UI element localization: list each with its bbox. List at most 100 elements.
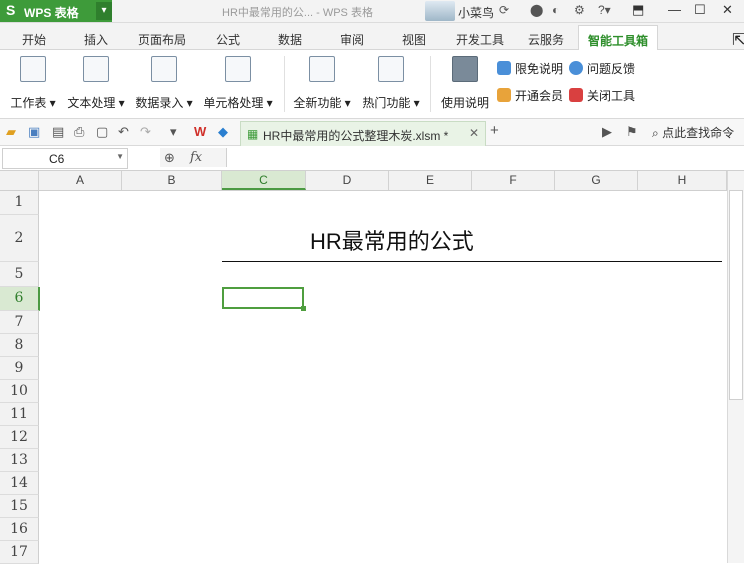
- text-edit-icon: [83, 56, 109, 82]
- help-icon[interactable]: ?▾: [598, 3, 611, 17]
- document-tab[interactable]: ▦ HR中最常用的公式整理木炭.xlsm * ✕: [240, 121, 486, 146]
- print-icon[interactable]: ⎙: [74, 124, 84, 140]
- close-tool-button[interactable]: 关闭工具: [569, 87, 635, 104]
- hot-features-label: 热门功能: [362, 96, 411, 110]
- wps-w-icon[interactable]: W: [194, 124, 206, 139]
- text-processing-label: 文本处理: [67, 96, 116, 110]
- undo-icon[interactable]: ↶: [118, 124, 129, 140]
- row-header[interactable]: 10: [0, 380, 39, 403]
- crown-icon: [497, 88, 511, 102]
- settings-icon[interactable]: ⚙: [574, 3, 585, 17]
- tab-review[interactable]: 审阅: [340, 31, 364, 48]
- tab-view[interactable]: 视图: [402, 31, 426, 48]
- collab-icon[interactable]: ⚑: [626, 124, 638, 140]
- text-processing-button[interactable]: 文本处理 ▾: [66, 56, 126, 111]
- worksheet-button[interactable]: 工作表 ▾: [8, 56, 58, 111]
- tab-formulas[interactable]: 公式: [216, 31, 240, 48]
- row-header[interactable]: 15: [0, 495, 39, 518]
- new-tab-icon[interactable]: +: [490, 122, 499, 139]
- mouse-cursor-icon: ⇱: [732, 32, 744, 49]
- close-button[interactable]: ✕: [722, 2, 733, 18]
- save-icon[interactable]: ▣: [28, 124, 40, 140]
- sync-icon[interactable]: ⟳: [499, 3, 509, 17]
- open-folder-icon[interactable]: ▰: [6, 124, 16, 140]
- export-pdf-icon[interactable]: ▤: [52, 124, 64, 140]
- fx-icon[interactable]: fx: [190, 150, 202, 165]
- sheet-title-cell[interactable]: HR最常用的公式: [310, 224, 474, 256]
- new-features-button[interactable]: 全新功能 ▾: [292, 56, 352, 111]
- name-box[interactable]: C6 ▼: [2, 148, 128, 169]
- column-header[interactable]: D: [306, 171, 389, 190]
- column-header-selected[interactable]: C: [222, 171, 306, 190]
- tab-home[interactable]: 开始: [22, 31, 46, 48]
- spreadsheet-file-icon: ▦: [247, 127, 259, 141]
- column-header[interactable]: H: [638, 171, 727, 190]
- fill-handle[interactable]: [301, 306, 306, 311]
- row-header[interactable]: 13: [0, 449, 39, 472]
- cell-processing-button[interactable]: 单元格处理 ▾: [202, 56, 274, 111]
- data-entry-button[interactable]: 数据录入 ▾: [134, 56, 194, 111]
- row-header[interactable]: 17: [0, 541, 39, 564]
- minimize-button[interactable]: —: [668, 2, 681, 17]
- skin-icon[interactable]: ⬤: [530, 3, 543, 17]
- tab-developer[interactable]: 开发工具: [456, 31, 504, 48]
- zoom-formula-icon[interactable]: ⊕: [164, 150, 175, 166]
- cube-icon[interactable]: ◆: [218, 124, 228, 140]
- avatar[interactable]: [425, 1, 455, 21]
- ribbon-divider: [430, 56, 431, 112]
- row-header[interactable]: 9: [0, 357, 39, 380]
- redo-icon[interactable]: ↷: [140, 124, 151, 140]
- column-header[interactable]: F: [472, 171, 555, 190]
- chevron-down-icon[interactable]: ▾: [96, 2, 112, 20]
- free-notice-button[interactable]: 限免说明: [497, 60, 563, 77]
- cell-check-icon: [225, 56, 251, 82]
- formula-input[interactable]: [227, 148, 742, 167]
- tab-data[interactable]: 数据: [278, 31, 302, 48]
- tag-icon: [497, 61, 511, 75]
- row-header-selected[interactable]: 6: [0, 287, 40, 311]
- row-header[interactable]: 8: [0, 334, 39, 357]
- row-header[interactable]: 7: [0, 311, 39, 334]
- row-header[interactable]: 16: [0, 518, 39, 541]
- column-header[interactable]: B: [122, 171, 222, 190]
- row-header[interactable]: 2: [0, 215, 39, 262]
- find-command-search[interactable]: ⌕ 点此查找命令: [652, 124, 734, 141]
- usage-guide-button[interactable]: 使用说明: [438, 56, 492, 111]
- column-header[interactable]: E: [389, 171, 472, 190]
- share-icon[interactable]: ◐: [552, 3, 559, 17]
- open-membership-button[interactable]: 开通会员: [497, 87, 563, 104]
- tab-insert[interactable]: 插入: [84, 31, 108, 48]
- present-icon[interactable]: ▶: [602, 124, 612, 140]
- row-header[interactable]: 1: [0, 191, 39, 215]
- find-command-label: 点此查找命令: [662, 126, 735, 140]
- tab-cloud[interactable]: 云服务: [528, 31, 564, 48]
- tab-smart-toolbox-label: 智能工具箱: [588, 34, 649, 48]
- active-cell[interactable]: [222, 287, 304, 309]
- restore-ribbon-icon[interactable]: ⬒: [632, 2, 644, 18]
- row-header[interactable]: 11: [0, 403, 39, 426]
- user-name[interactable]: 小菜鸟: [458, 4, 494, 21]
- column-header[interactable]: G: [555, 171, 638, 190]
- tab-smart-toolbox[interactable]: 智能工具箱: [578, 25, 658, 50]
- feedback-button[interactable]: 问题反馈: [569, 60, 635, 77]
- customize-dropdown-icon[interactable]: ▾: [170, 124, 177, 140]
- row-header[interactable]: 14: [0, 472, 39, 495]
- column-header-bar: A B C D E F G H: [0, 171, 727, 191]
- ribbon: 工作表 ▾ 文本处理 ▾ 数据录入 ▾ 单元格处理 ▾ 全新功能 ▾ 热门功能 …: [0, 50, 744, 119]
- vertical-scrollbar-thumb[interactable]: [729, 190, 743, 400]
- select-all-corner[interactable]: [0, 171, 39, 190]
- row-header[interactable]: 12: [0, 426, 39, 449]
- feedback-label: 问题反馈: [587, 62, 636, 76]
- hot-features-button[interactable]: 热门功能 ▾: [360, 56, 422, 111]
- column-header[interactable]: A: [39, 171, 122, 190]
- row-header[interactable]: 5: [0, 262, 39, 287]
- search-icon: ⌕: [652, 126, 663, 140]
- print-preview-icon[interactable]: ▢: [96, 124, 108, 140]
- window-title: HR中最常用的公... - WPS 表格: [222, 7, 373, 19]
- app-menu-button[interactable]: S WPS 表格 ▾: [0, 0, 112, 22]
- menu-bar: 开始 插入 页面布局 公式 数据 审阅 视图 开发工具 云服务 智能工具箱: [0, 23, 744, 50]
- tab-page-layout[interactable]: 页面布局: [138, 31, 186, 48]
- chevron-down-icon[interactable]: ▼: [116, 152, 124, 161]
- maximize-button[interactable]: ☐: [694, 2, 706, 18]
- close-tab-icon[interactable]: ✕: [469, 126, 479, 140]
